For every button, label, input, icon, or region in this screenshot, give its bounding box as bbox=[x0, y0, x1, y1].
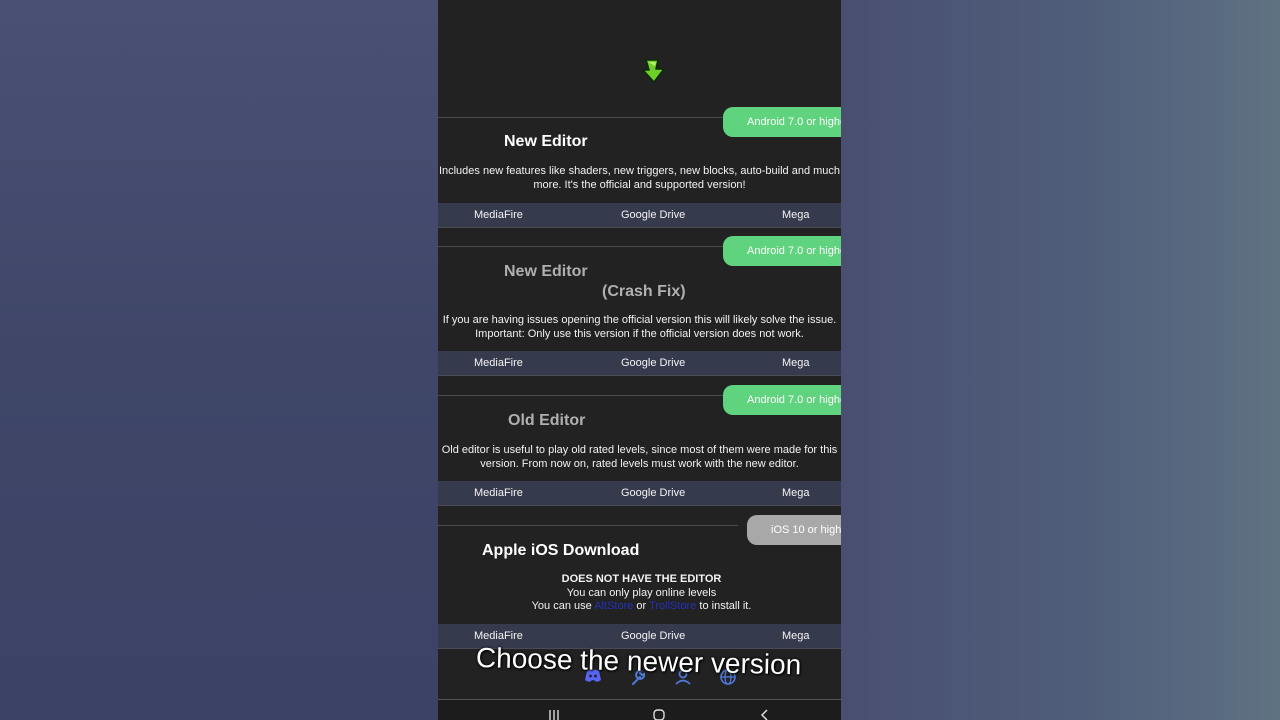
background-left bbox=[0, 0, 438, 720]
description-line: Includes new features like shaders, new … bbox=[438, 165, 841, 177]
home-icon[interactable] bbox=[653, 709, 665, 720]
mega-link[interactable]: Mega bbox=[782, 624, 810, 648]
description-line: Old editor is useful to play old rated l… bbox=[441, 444, 838, 456]
back-icon[interactable] bbox=[760, 709, 770, 720]
description-line: You can only play online levels bbox=[566, 586, 717, 599]
description-line: version. From now on, rated levels must … bbox=[480, 457, 799, 470]
google-drive-link[interactable]: Google Drive bbox=[621, 203, 685, 227]
mega-link[interactable]: Mega bbox=[782, 481, 810, 505]
install-hint-or: or bbox=[636, 600, 647, 612]
recents-icon[interactable] bbox=[548, 710, 560, 720]
system-navigation-bar bbox=[438, 699, 841, 720]
download-links: MediaFire Google Drive Mega bbox=[438, 203, 841, 228]
install-hint: You can use AltStore or TrollStore to in… bbox=[438, 600, 841, 614]
card-description: Old editor is useful to play old rated l… bbox=[438, 444, 841, 471]
card-description: DOES NOT HAVE THE EDITOR You can only pl… bbox=[438, 573, 841, 614]
card-title: Apple iOS Download bbox=[482, 542, 640, 559]
background-right bbox=[841, 0, 1280, 720]
requirement-badge: Android 7.0 or higher bbox=[723, 236, 841, 266]
card-subtitle: (Crash Fix) bbox=[602, 283, 686, 300]
card-title: New Editor bbox=[504, 133, 588, 150]
download-links: MediaFire Google Drive Mega bbox=[438, 481, 841, 506]
divider bbox=[438, 525, 738, 526]
app-logo-icon bbox=[642, 59, 665, 83]
mega-link[interactable]: Mega bbox=[782, 351, 810, 375]
requirement-badge: iOS 10 or higher bbox=[747, 515, 841, 545]
card-new-editor-crash-fix: Android 7.0 or higher New Editor (Crash … bbox=[438, 236, 841, 378]
trollstore-link[interactable]: TrollStore bbox=[649, 600, 696, 612]
mega-link[interactable]: Mega bbox=[782, 203, 810, 227]
warning-text: DOES NOT HAVE THE EDITOR bbox=[561, 573, 722, 585]
mediafire-link[interactable]: MediaFire bbox=[474, 351, 523, 375]
google-drive-link[interactable]: Google Drive bbox=[621, 481, 685, 505]
description-line: Important: Only use this version if the … bbox=[475, 327, 804, 340]
card-title: Old Editor bbox=[508, 412, 586, 429]
altstore-link[interactable]: AltStore bbox=[594, 600, 633, 612]
requirement-badge: Android 7.0 or higher bbox=[723, 107, 841, 137]
mediafire-link[interactable]: MediaFire bbox=[474, 481, 523, 505]
requirement-badge: Android 7.0 or higher bbox=[723, 385, 841, 415]
card-title: New Editor bbox=[504, 263, 588, 280]
install-hint-prefix: You can use bbox=[531, 600, 592, 612]
phone-screen: Android 7.0 or higher New Editor Include… bbox=[438, 0, 841, 720]
card-ios-download: iOS 10 or higher Apple iOS Download DOES… bbox=[438, 515, 841, 650]
card-old-editor: Android 7.0 or higher Old Editor Old edi… bbox=[438, 385, 841, 508]
divider bbox=[438, 395, 738, 396]
google-drive-link[interactable]: Google Drive bbox=[621, 351, 685, 375]
divider bbox=[438, 246, 738, 247]
card-new-editor: Android 7.0 or higher New Editor Include… bbox=[438, 107, 841, 229]
description-line: If you are having issues opening the off… bbox=[442, 314, 837, 326]
google-drive-link[interactable]: Google Drive bbox=[621, 624, 685, 648]
card-description: Includes new features like shaders, new … bbox=[438, 165, 841, 192]
card-description: If you are having issues opening the off… bbox=[438, 314, 841, 341]
install-hint-suffix: to install it. bbox=[699, 600, 752, 612]
description-line: more. It's the official and supported ve… bbox=[533, 178, 746, 191]
mediafire-link[interactable]: MediaFire bbox=[474, 203, 523, 227]
download-links: MediaFire Google Drive Mega bbox=[438, 351, 841, 376]
divider bbox=[438, 117, 738, 118]
